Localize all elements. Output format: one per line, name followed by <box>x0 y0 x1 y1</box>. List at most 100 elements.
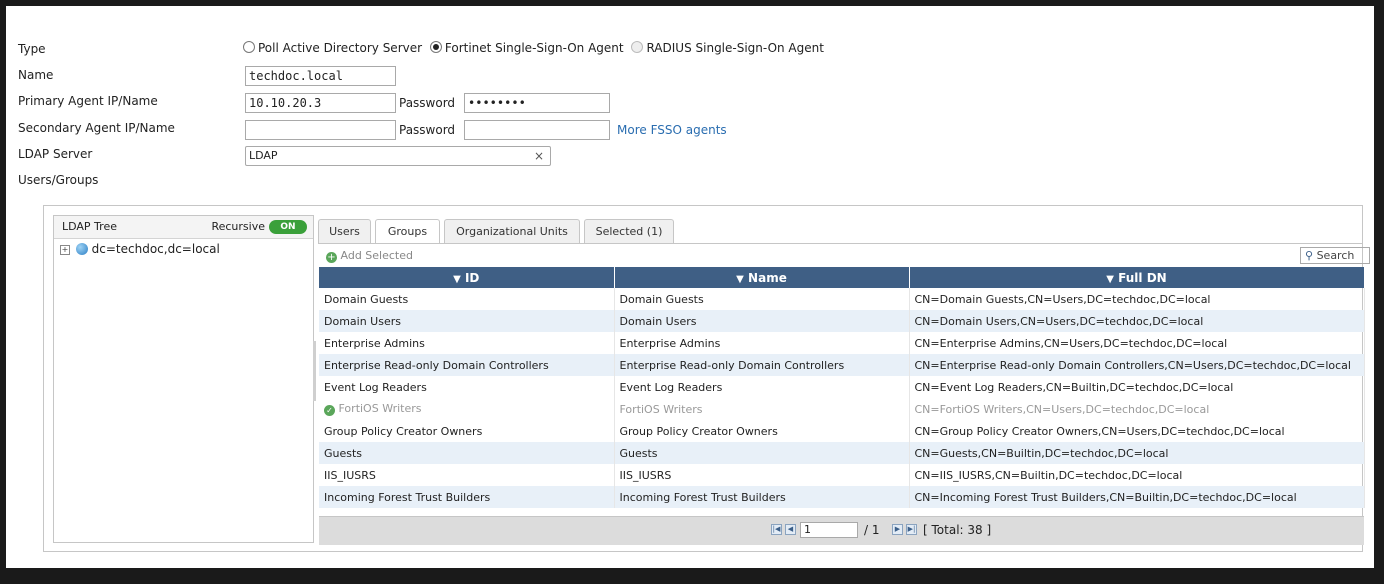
ldap-server-label: LDAP Server <box>18 147 93 161</box>
more-fsso-agents-link[interactable]: More FSSO agents <box>617 122 727 138</box>
table-row[interactable]: Enterprise Admins Enterprise Admins CN=Ent… <box>319 332 1365 354</box>
clear-icon[interactable]: × <box>534 147 544 165</box>
domain-globe-icon <box>75 243 88 255</box>
cell-name: IIS_IUSRS <box>614 464 910 486</box>
cell-full-dn: CN=Group Policy Creator Owners,CN=Users,… <box>909 420 1365 442</box>
expand-icon[interactable]: + <box>60 245 70 255</box>
cell-id: Group Policy Creator Owners <box>319 420 615 442</box>
primary-agent-label: Primary Agent IP/Name <box>18 94 158 108</box>
add-selected-label: Add Selected <box>340 249 413 262</box>
filter-icon[interactable]: ▼ <box>1106 274 1114 285</box>
tab-users[interactable]: Users <box>318 219 371 243</box>
table-row[interactable]: Domain Users Domain Users CN=Domain Users,… <box>319 310 1365 332</box>
tree-node[interactable]: + dc=techdoc,dc=local <box>60 242 220 256</box>
cell-full-dn: CN=Guests,CN=Builtin,DC=techdoc,DC=local <box>909 442 1365 464</box>
secondary-agent-label: Secondary Agent IP/Name <box>18 121 175 135</box>
pane-splitter[interactable] <box>313 341 316 401</box>
cell-id: Guests <box>319 442 615 464</box>
column-header-id[interactable]: ▼ ID <box>319 267 615 288</box>
cell-id: Enterprise Read-only Domain Controllers <box>319 354 615 376</box>
radio-fsso-agent[interactable]: Fortinet Single-Sign-On Agent <box>426 41 624 55</box>
search-input[interactable]: ⚲ Search <box>1300 247 1370 264</box>
ldap-server-select[interactable]: LDAP × <box>245 146 551 166</box>
cell-id: ✓ FortiOS Writers <box>319 398 615 420</box>
table-header-row: ▼ ID ▼ Name ▼ Full DN <box>319 267 1365 288</box>
tree-node-label: dc=techdoc,dc=local <box>91 242 220 256</box>
check-icon: ✓ <box>324 405 335 416</box>
radio-poll-ad-circle[interactable] <box>243 41 255 53</box>
secondary-agent-input[interactable] <box>245 120 396 140</box>
radio-poll-ad[interactable]: Poll Active Directory Server <box>243 41 422 55</box>
add-icon: + <box>326 252 337 263</box>
cell-full-dn: CN=Incoming Forest Trust Builders,CN=Bui… <box>909 486 1365 508</box>
page-count-label: / 1 <box>864 523 880 537</box>
groups-table: ▼ ID ▼ Name ▼ Full DN Domain Guests Domai… <box>319 267 1365 508</box>
cell-full-dn: CN=Enterprise Admins,CN=Users,DC=techdoc… <box>909 332 1365 354</box>
radio-radius-sso[interactable]: RADIUS Single-Sign-On Agent <box>627 41 824 55</box>
cell-full-dn: CN=Domain Guests,CN=Users,DC=techdoc,DC=… <box>909 288 1365 310</box>
table-row[interactable]: IIS_IUSRS IIS_IUSRS CN=IIS_IUSRS,CN=Builti… <box>319 464 1365 486</box>
table-row[interactable]: Domain Guests Domain Guests CN=Domain Gues… <box>319 288 1365 310</box>
tab-selected[interactable]: Selected (1) <box>584 219 674 243</box>
column-header-name-label: Name <box>748 270 787 285</box>
radio-fsso-agent-label: Fortinet Single-Sign-On Agent <box>444 41 624 55</box>
column-header-id-label: ID <box>464 270 480 285</box>
tab-underline <box>318 243 1362 244</box>
secondary-password-label: Password <box>399 123 456 137</box>
search-placeholder: Search <box>1316 249 1355 262</box>
cell-full-dn: CN=Domain Users,CN=Users,DC=techdoc,DC=l… <box>909 310 1365 332</box>
cell-id: Domain Users <box>319 310 615 332</box>
filter-icon[interactable]: ▼ <box>453 274 461 285</box>
primary-password-label: Password <box>399 96 456 110</box>
recursive-label: Recursive <box>211 220 265 233</box>
tab-organizational-units[interactable]: Organizational Units <box>444 219 580 243</box>
cell-id: Incoming Forest Trust Builders <box>319 486 615 508</box>
prev-page-icon[interactable]: ◀ <box>785 524 796 535</box>
total-count-label: [ Total: 38 ] <box>923 523 992 537</box>
filter-icon[interactable]: ▼ <box>736 274 744 285</box>
cell-name: Incoming Forest Trust Builders <box>614 486 910 508</box>
ldap-server-value: LDAP <box>249 149 278 162</box>
next-page-icon[interactable]: ▶ <box>892 524 903 535</box>
cell-name: FortiOS Writers <box>614 398 910 420</box>
radio-radius-sso-label: RADIUS Single-Sign-On Agent <box>646 41 824 55</box>
cell-id: Event Log Readers <box>319 376 615 398</box>
secondary-password-input[interactable] <box>464 120 610 140</box>
table-row[interactable]: Incoming Forest Trust Builders Incoming F… <box>319 486 1365 508</box>
name-input[interactable]: techdoc.local <box>245 66 396 86</box>
cell-id: Domain Guests <box>319 288 615 310</box>
cell-name: Enterprise Read-only Domain Controllers <box>614 354 910 376</box>
last-page-icon[interactable]: ▶| <box>906 524 917 535</box>
page-number-input[interactable]: 1 <box>800 522 858 538</box>
cell-name: Group Policy Creator Owners <box>614 420 910 442</box>
ldap-tree-pane: LDAP Tree Recursive ON + dc=techdoc,dc=l… <box>53 215 314 543</box>
users-groups-picker: LDAP Tree Recursive ON + dc=techdoc,dc=l… <box>43 205 1370 552</box>
column-header-name[interactable]: ▼ Name <box>614 267 910 288</box>
type-radio-group: Poll Active Directory Server Fortinet Si… <box>243 41 824 55</box>
recursive-toggle[interactable]: ON <box>269 220 307 234</box>
column-header-full-dn[interactable]: ▼ Full DN <box>909 267 1365 288</box>
users-groups-label: Users/Groups <box>18 173 99 187</box>
primary-password-input[interactable]: •••••••• <box>464 93 610 113</box>
cell-id: Enterprise Admins <box>319 332 615 354</box>
cell-id: IIS_IUSRS <box>319 464 615 486</box>
primary-agent-input[interactable]: 10.10.20.3 <box>245 93 396 113</box>
radio-fsso-agent-circle[interactable] <box>429 41 442 53</box>
cell-full-dn: CN=Enterprise Read-only Domain Controlle… <box>909 354 1365 376</box>
table-row[interactable]: Event Log Readers Event Log Readers CN=Eve… <box>319 376 1365 398</box>
fsso-dialog: Type Poll Active Directory Server Fortin… <box>6 6 1374 568</box>
table-row[interactable]: Group Policy Creator Owners Group Policy … <box>319 420 1365 442</box>
tab-groups[interactable]: Groups <box>375 219 440 244</box>
table-row[interactable]: Enterprise Read-only Domain Controllers E… <box>319 354 1365 376</box>
cell-full-dn: CN=Event Log Readers,CN=Builtin,DC=techd… <box>909 376 1365 398</box>
cell-full-dn: CN=FortiOS Writers,CN=Users,DC=techdoc,D… <box>909 398 1365 420</box>
cell-name: Enterprise Admins <box>614 332 910 354</box>
table-row-selected[interactable]: ✓ FortiOS Writers FortiOS Writers CN=Forti… <box>319 398 1365 420</box>
radio-poll-ad-label: Poll Active Directory Server <box>258 41 423 55</box>
cell-name: Guests <box>614 442 910 464</box>
radio-radius-sso-circle[interactable] <box>631 41 644 53</box>
table-row[interactable]: Guests Guests CN=Guests,CN=Builtin,DC=tech… <box>319 442 1365 464</box>
search-icon: ⚲ <box>1305 249 1314 262</box>
add-selected-button[interactable]: + Add Selected <box>326 249 413 263</box>
first-page-icon[interactable]: |◀ <box>771 524 782 535</box>
